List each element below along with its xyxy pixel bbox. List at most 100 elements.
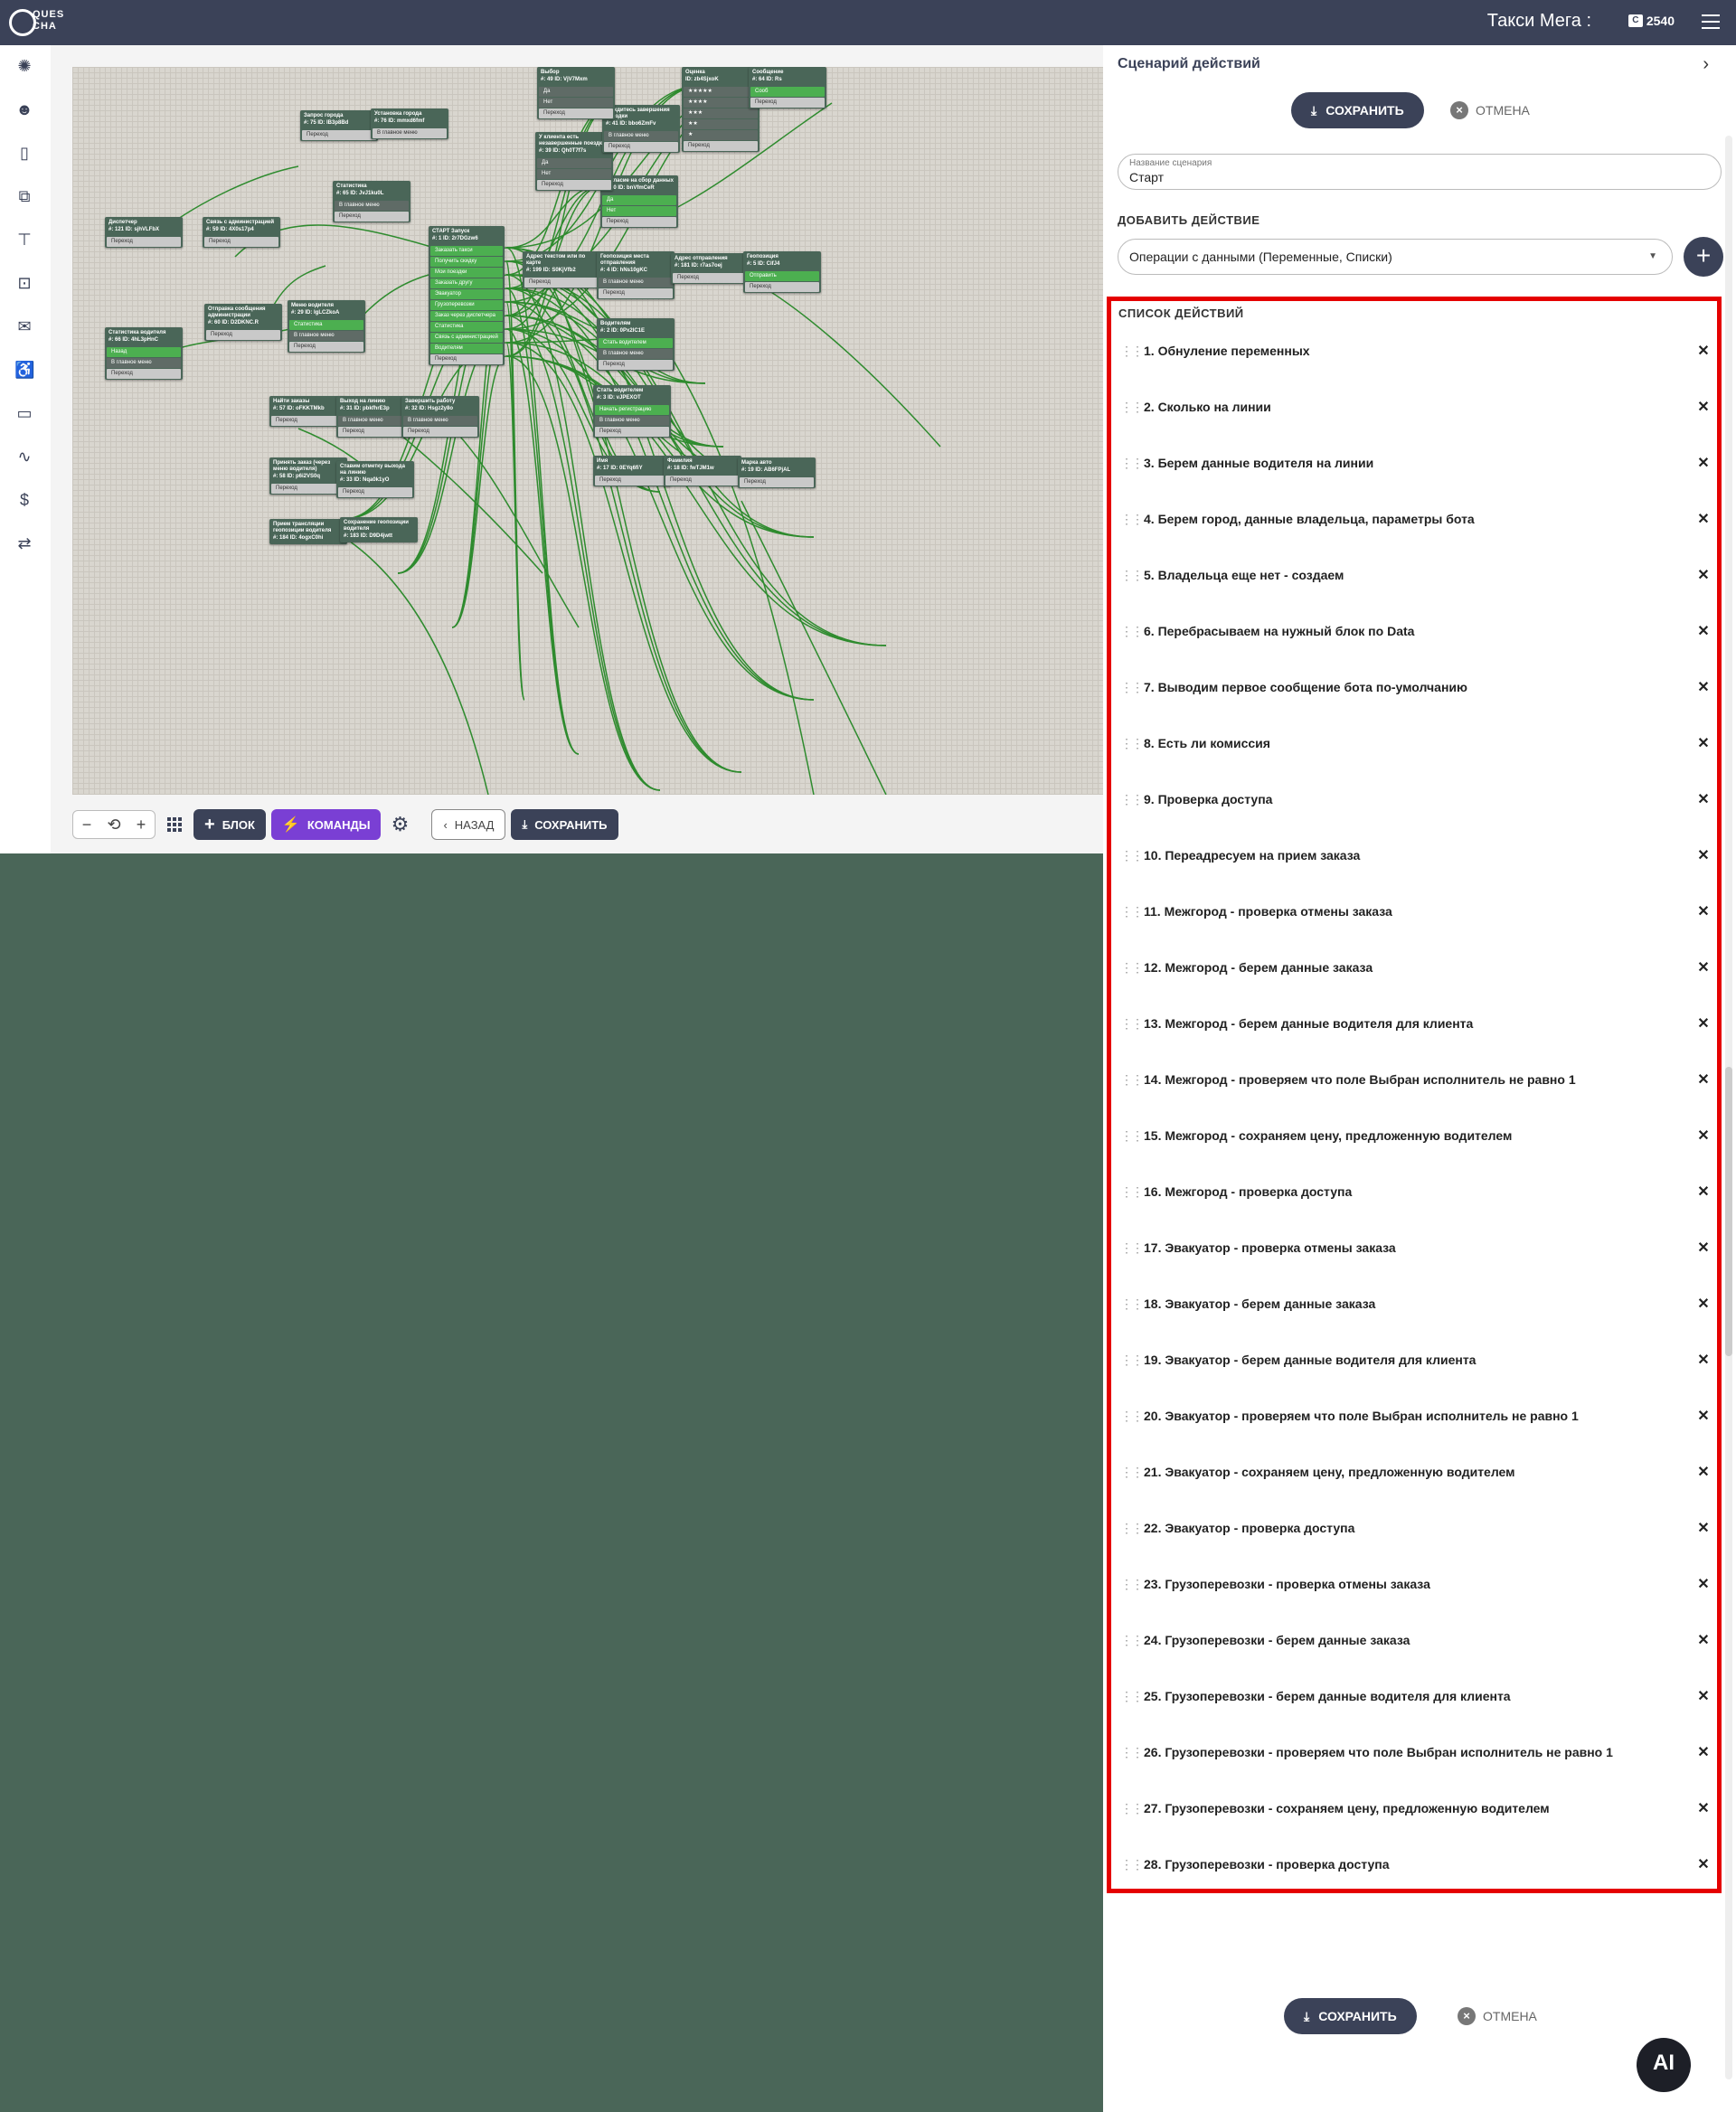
flow-block[interactable]: Отправка сообщения администрации #: 60 ID… (204, 304, 282, 341)
block-button[interactable]: Мои поездки (430, 268, 503, 278)
face-scan-icon[interactable]: ⊡ (14, 273, 34, 293)
close-icon[interactable]: ✕ (1690, 1407, 1717, 1425)
grid-icon[interactable] (161, 811, 188, 838)
hamburger-icon[interactable] (1702, 14, 1720, 29)
action-list-item[interactable]: ⋮⋮ 12. Межгород - берем данные заказа ✕ (1120, 943, 1717, 992)
ai-assistant-button[interactable]: AI (1637, 2038, 1691, 2092)
flow-canvas[interactable]: Запрос города #: 75 ID: lB3p8Bd Переход Уст… (72, 67, 1103, 795)
flow-block[interactable]: Геопозиция места отправления #: 4 ID: hNs… (597, 251, 675, 299)
block-button[interactable]: Связь с администрацией (430, 333, 503, 343)
close-icon[interactable]: ✕ (1690, 566, 1717, 584)
block-button[interactable]: В главное меню (335, 201, 409, 211)
close-icon[interactable]: ✕ (1690, 510, 1717, 528)
flow-block[interactable]: Адрес текстом или по карте #: 199 ID: S0K… (523, 251, 600, 288)
action-list-item[interactable]: ⋮⋮ 9. Проверка доступа ✕ (1120, 775, 1717, 824)
action-list-item[interactable]: ⋮⋮ 2. Сколько на линии ✕ (1120, 382, 1717, 431)
bottom-cancel-button[interactable]: × ОТМЕНА (1458, 1998, 1537, 2034)
block-button[interactable]: Переход (107, 237, 181, 247)
close-icon[interactable]: ✕ (1690, 902, 1717, 920)
chevron-right-icon[interactable]: › (1703, 54, 1709, 75)
block-button[interactable]: Отправить (745, 271, 819, 281)
close-icon[interactable]: ✕ (1690, 454, 1717, 472)
block-button[interactable]: Переход (604, 142, 678, 152)
flow-block[interactable]: Стать водителем #: 3 ID: vJPEXOT Начать ре… (593, 385, 671, 438)
block-button[interactable]: Заказать такси (430, 246, 503, 256)
flow-block[interactable]: Завершить работу #: 32 ID: Hsgz2y8o В глав… (401, 396, 479, 438)
action-type-select[interactable]: Операции с данными (Переменные, Списки) … (1118, 239, 1673, 275)
action-list-item[interactable]: ⋮⋮ 17. Эвакуатор - проверка отмены заказа… (1120, 1223, 1717, 1272)
close-icon[interactable]: ✕ (1690, 958, 1717, 976)
block-button[interactable]: ★ (684, 130, 758, 140)
block-button[interactable]: Переход (745, 282, 819, 292)
close-icon[interactable]: ✕ (1690, 1631, 1717, 1649)
flow-block[interactable]: Выбор #: 49 ID: VjV7Mxm Да Нет Переход (537, 67, 615, 119)
block-button[interactable]: Стать водителем (599, 338, 673, 348)
block-button[interactable]: Заказать другу (430, 278, 503, 288)
close-icon[interactable]: ✕ (1690, 1295, 1717, 1313)
action-list-item[interactable]: ⋮⋮ 1. Обнуление переменных ✕ (1120, 326, 1717, 375)
paint-roller-icon[interactable]: ⊤ (14, 230, 34, 250)
close-icon[interactable]: ✕ (1690, 790, 1717, 808)
block-button[interactable]: В главное меню (373, 128, 447, 138)
close-icon[interactable]: ✕ (1690, 734, 1717, 752)
block-button[interactable]: Заказ через диспетчера (430, 311, 503, 321)
close-icon[interactable]: ✕ (1690, 1070, 1717, 1089)
app-logo[interactable]: QUES CHA (9, 5, 63, 40)
block-button[interactable]: Получить скидку (430, 257, 503, 267)
block-button[interactable]: Нет (539, 98, 613, 108)
action-list-item[interactable]: ⋮⋮ 7. Выводим первое сообщение бота по-ум… (1120, 663, 1717, 712)
flow-block[interactable]: Ставим отметку выхода на линию #: 33 ID: … (336, 461, 414, 498)
action-list-item[interactable]: ⋮⋮ 10. Переадресуем на прием заказа ✕ (1120, 831, 1717, 880)
block-button[interactable]: В главное меню (289, 331, 363, 341)
drag-handle-icon[interactable]: ⋮⋮ (1120, 1240, 1144, 1256)
action-list-item[interactable]: ⋮⋮ 20. Эвакуатор - проверяем что поле Выб… (1120, 1391, 1717, 1440)
block-button[interactable]: Нет (602, 206, 676, 216)
block-button[interactable]: Переход (602, 217, 676, 227)
balance-badge[interactable]: C 2540 (1628, 14, 1675, 28)
close-icon[interactable]: ✕ (1690, 1239, 1717, 1257)
block-button[interactable]: Переход (750, 98, 825, 108)
flow-block[interactable]: Фамилия #: 18 ID: fwTJM1w Переход (664, 456, 741, 486)
phone-icon[interactable]: ▯ (14, 143, 34, 163)
drag-handle-icon[interactable]: ⋮⋮ (1120, 1296, 1144, 1312)
flow-block[interactable]: Имя #: 17 ID: 0EYq6fiY Переход (593, 456, 671, 486)
cancel-button[interactable]: × ОТМЕНА (1450, 92, 1530, 128)
action-list-item[interactable]: ⋮⋮ 6. Перебрасываем на нужный блок по Dat… (1120, 607, 1717, 655)
palette-icon[interactable]: ✺ (14, 56, 34, 76)
close-icon[interactable]: ✕ (1690, 1127, 1717, 1145)
close-icon[interactable]: ✕ (1690, 622, 1717, 640)
drag-handle-icon[interactable]: ⋮⋮ (1120, 848, 1144, 863)
flow-block[interactable]: Адрес отправления #: 181 ID: r7as7oej Пере… (671, 253, 749, 284)
close-icon[interactable]: ✕ (1690, 1183, 1717, 1201)
block-button[interactable]: В главное меню (604, 131, 678, 141)
block-button[interactable]: ★★★ (684, 108, 758, 118)
flow-block[interactable]: Статистика #: 65 ID: JvJ1ku0L В главное ме… (333, 181, 410, 222)
drag-handle-icon[interactable]: ⋮⋮ (1120, 1689, 1144, 1704)
action-list-item[interactable]: ⋮⋮ 27. Грузоперевозки - сохраняем цену, п… (1120, 1784, 1717, 1833)
block-button[interactable]: Нет (537, 169, 611, 179)
swap-icon[interactable]: ⇄ (14, 533, 34, 553)
block-button[interactable]: Да (539, 87, 613, 97)
block-button[interactable]: Переход (684, 141, 758, 151)
action-list-item[interactable]: ⋮⋮ 16. Межгород - проверка доступа ✕ (1120, 1167, 1717, 1216)
drag-handle-icon[interactable]: ⋮⋮ (1120, 1801, 1144, 1816)
block-button[interactable]: Переход (107, 369, 181, 379)
block-button[interactable]: Переход (665, 476, 740, 486)
block-button[interactable]: Переход (204, 237, 278, 247)
add-action-button[interactable]: + (1684, 237, 1723, 277)
chat-icon[interactable]: ✉ (14, 316, 34, 336)
close-icon[interactable]: ✕ (1690, 1575, 1717, 1593)
block-button[interactable]: ★★★★★ (684, 87, 758, 97)
zoom-reset-button[interactable]: ⟲ (100, 811, 127, 838)
drag-handle-icon[interactable]: ⋮⋮ (1120, 512, 1144, 527)
block-button[interactable]: Эвакуатор (430, 289, 503, 299)
drag-handle-icon[interactable]: ⋮⋮ (1120, 400, 1144, 415)
close-icon[interactable]: ✕ (1690, 1743, 1717, 1761)
action-list-item[interactable]: ⋮⋮ 3. Берем данные водителя на линии ✕ (1120, 438, 1717, 487)
block-button[interactable]: Переход (430, 354, 503, 364)
save-button[interactable]: ⤓ СОХРАНИТЬ (1291, 92, 1424, 128)
action-list-item[interactable]: ⋮⋮ 28. Грузоперевозки - проверка доступа ✕ (1120, 1840, 1717, 1889)
action-list-item[interactable]: ⋮⋮ 15. Межгород - сохраняем цену, предлож… (1120, 1111, 1717, 1160)
canvas-save-button[interactable]: ⤓ СОХРАНИТЬ (511, 809, 618, 840)
flowchart-icon[interactable]: ⧉ (14, 186, 34, 206)
